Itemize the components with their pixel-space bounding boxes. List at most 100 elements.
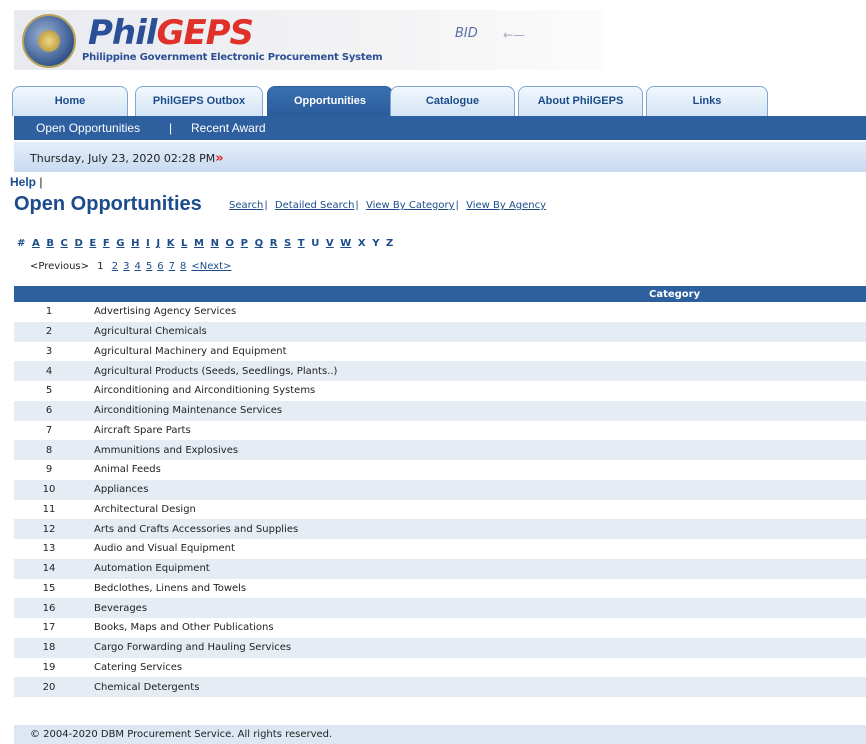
page-link-8[interactable]: 8 xyxy=(180,261,186,272)
recent-award-link[interactable]: Recent Award xyxy=(191,121,266,135)
category-link[interactable]: Agricultural Chemicals xyxy=(94,326,207,337)
tab-catalogue[interactable]: Catalogue xyxy=(390,86,515,116)
page-link-2[interactable]: 2 xyxy=(112,261,118,272)
alpha-link-p[interactable]: P xyxy=(241,238,248,249)
date-bar: Thursday, July 23, 2020 02:28 PM» xyxy=(14,142,866,172)
category-link[interactable]: Airconditioning Maintenance Services xyxy=(94,405,282,416)
alpha-link-c[interactable]: C xyxy=(61,238,68,249)
row-number: 6 xyxy=(14,400,94,421)
alpha-link-e[interactable]: E xyxy=(89,238,96,249)
table-row[interactable]: 16 Beverages xyxy=(14,598,866,618)
alpha-link-m[interactable]: M xyxy=(194,238,204,249)
page-link-5[interactable]: 5 xyxy=(146,261,152,272)
view-by-category-link[interactable]: View By Category xyxy=(366,200,455,211)
alpha-link-q[interactable]: Q xyxy=(255,238,264,249)
alpha-link-hash[interactable]: # xyxy=(17,238,25,249)
alpha-link-b[interactable]: B xyxy=(46,238,54,249)
tab-home[interactable]: Home xyxy=(12,86,128,116)
alpha-link-y[interactable]: Y xyxy=(372,238,379,249)
next-page-link[interactable]: <Next> xyxy=(191,261,231,272)
tab-philgeps-outbox[interactable]: PhilGEPS Outbox xyxy=(135,86,263,116)
category-link[interactable]: Agricultural Machinery and Equipment xyxy=(94,346,287,357)
table-row[interactable]: 4 Agricultural Products (Seeds, Seedlings… xyxy=(14,361,866,381)
category-link[interactable]: Architectural Design xyxy=(94,504,196,515)
page-link-4[interactable]: 4 xyxy=(135,261,141,272)
category-link[interactable]: Airconditioning and Airconditioning Syst… xyxy=(94,385,315,396)
alpha-link-d[interactable]: D xyxy=(74,238,82,249)
category-link[interactable]: Cargo Forwarding and Hauling Services xyxy=(94,642,291,653)
table-row[interactable]: 17 Books, Maps and Other Publications xyxy=(14,618,866,638)
alpha-link-w[interactable]: W xyxy=(340,238,351,249)
table-row[interactable]: 12 Arts and Crafts Accessories and Suppli… xyxy=(14,519,866,539)
category-cell: Airconditioning Maintenance Services xyxy=(94,400,866,421)
category-link[interactable]: Animal Feeds xyxy=(94,464,161,475)
detailed-search-link[interactable]: Detailed Search xyxy=(275,200,355,211)
alpha-link-z[interactable]: Z xyxy=(386,238,393,249)
category-link[interactable]: Aircraft Spare Parts xyxy=(94,425,191,436)
category-link[interactable]: Catering Services xyxy=(94,662,182,673)
page-link-3[interactable]: 3 xyxy=(123,261,129,272)
category-link[interactable]: Chemical Detergents xyxy=(94,682,199,693)
tab-about-philgeps[interactable]: About PhilGEPS xyxy=(518,86,643,116)
open-opportunities-link[interactable]: Open Opportunities xyxy=(36,121,140,135)
table-row[interactable]: 18 Cargo Forwarding and Hauling Services xyxy=(14,637,866,658)
page-link-7[interactable]: 7 xyxy=(169,261,175,272)
table-row[interactable]: 2 Agricultural Chemicals xyxy=(14,321,866,342)
alpha-link-s[interactable]: S xyxy=(284,238,291,249)
site-logo[interactable]: PhilGEPS xyxy=(88,13,254,53)
table-row[interactable]: 20 Chemical Detergents xyxy=(14,677,866,697)
alpha-link-t[interactable]: T xyxy=(298,238,305,249)
alpha-link-k[interactable]: K xyxy=(167,238,175,249)
table-row[interactable]: 5 Airconditioning and Airconditioning Sys… xyxy=(14,381,866,401)
category-link[interactable]: Arts and Crafts Accessories and Supplies xyxy=(94,524,298,535)
table-row[interactable]: 14 Automation Equipment xyxy=(14,558,866,579)
category-link[interactable]: Automation Equipment xyxy=(94,563,210,574)
copyright-text: © 2004-2020 DBM Procurement Service. All… xyxy=(30,729,333,740)
alpha-link-n[interactable]: N xyxy=(211,238,219,249)
view-by-agency-link[interactable]: View By Agency xyxy=(466,200,546,211)
table-row[interactable]: 19 Catering Services xyxy=(14,658,866,678)
category-link[interactable]: Bedclothes, Linens and Towels xyxy=(94,583,246,594)
alpha-link-r[interactable]: R xyxy=(270,238,278,249)
category-link[interactable]: Advertising Agency Services xyxy=(94,306,236,317)
table-row[interactable]: 13 Audio and Visual Equipment xyxy=(14,539,866,559)
category-cell: Arts and Crafts Accessories and Supplies xyxy=(94,519,866,539)
search-link[interactable]: Search xyxy=(229,200,263,211)
category-link[interactable]: Appliances xyxy=(94,484,148,495)
alpha-link-j[interactable]: J xyxy=(156,238,160,249)
alpha-link-l[interactable]: L xyxy=(181,238,187,249)
tab-opportunities[interactable]: Opportunities xyxy=(267,86,393,116)
category-cell: Agricultural Machinery and Equipment xyxy=(94,342,866,362)
logo-subtitle: Philippine Government Electronic Procure… xyxy=(82,52,383,63)
category-link[interactable]: Agricultural Products (Seeds, Seedlings,… xyxy=(94,366,337,377)
alpha-link-u[interactable]: U xyxy=(311,238,319,249)
previous-page-label: <Previous> xyxy=(30,261,90,272)
help-link[interactable]: Help xyxy=(10,175,36,189)
alpha-link-i[interactable]: I xyxy=(146,238,150,249)
alpha-link-h[interactable]: H xyxy=(131,238,139,249)
alpha-link-f[interactable]: F xyxy=(103,238,110,249)
alpha-link-x[interactable]: X xyxy=(358,238,366,249)
category-link[interactable]: Books, Maps and Other Publications xyxy=(94,622,274,633)
category-link[interactable]: Beverages xyxy=(94,603,147,614)
table-row[interactable]: 10 Appliances xyxy=(14,479,866,500)
table-row[interactable]: 8 Ammunitions and Explosives xyxy=(14,440,866,460)
tab-links[interactable]: Links xyxy=(646,86,768,116)
category-link[interactable]: Ammunitions and Explosives xyxy=(94,445,238,456)
table-row[interactable]: 3 Agricultural Machinery and Equipment xyxy=(14,342,866,362)
alpha-link-v[interactable]: V xyxy=(326,238,334,249)
subnav-separator: | xyxy=(169,121,173,135)
table-row[interactable]: 1 Advertising Agency Services xyxy=(14,302,866,322)
table-row[interactable]: 11 Architectural Design xyxy=(14,500,866,520)
page-link-6[interactable]: 6 xyxy=(157,261,163,272)
alpha-link-g[interactable]: G xyxy=(116,238,124,249)
table-row[interactable]: 7 Aircraft Spare Parts xyxy=(14,421,866,441)
alpha-link-a[interactable]: A xyxy=(32,238,40,249)
row-number: 1 xyxy=(45,306,53,318)
table-row[interactable]: 15 Bedclothes, Linens and Towels xyxy=(14,579,866,599)
table-row[interactable]: 6 Airconditioning Maintenance Services xyxy=(14,400,866,421)
row-number: 4 xyxy=(14,361,94,381)
alpha-link-o[interactable]: O xyxy=(226,238,235,249)
table-row[interactable]: 9 Animal Feeds xyxy=(14,460,866,480)
category-link[interactable]: Audio and Visual Equipment xyxy=(94,543,235,554)
